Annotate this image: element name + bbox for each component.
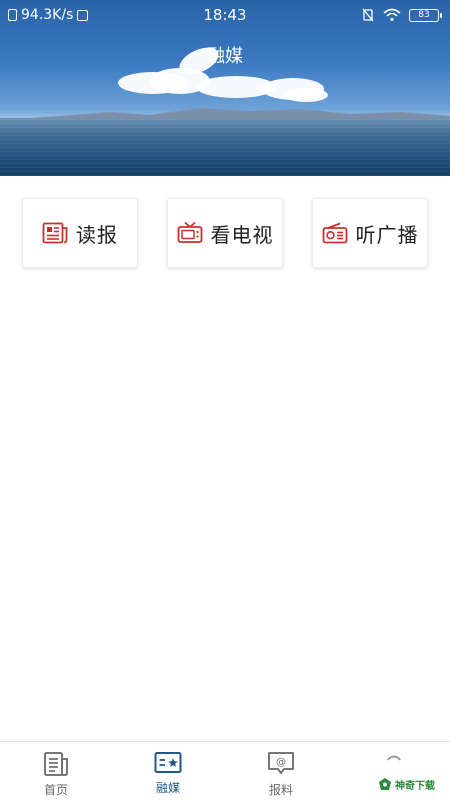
- battery-level: 83: [409, 8, 439, 22]
- newspaper-icon: [42, 222, 68, 244]
- mute-icon: [362, 8, 374, 22]
- home-icon: [44, 752, 68, 776]
- network-speed: 94.3K/s: [21, 7, 74, 23]
- watermark-logo-icon: [379, 778, 391, 790]
- listen-radio-button[interactable]: 听广播: [312, 198, 428, 268]
- media-buttons: 读报 看电视 听广播: [22, 198, 428, 268]
- nav-label-home: 首页: [43, 783, 68, 797]
- watermark-text: 神奇下载: [395, 780, 435, 792]
- nav-item-report[interactable]: @ 报料: [225, 742, 337, 800]
- watch-tv-button[interactable]: 看电视: [167, 198, 283, 268]
- tv-icon: [177, 221, 202, 243]
- sim-icon: [8, 9, 17, 21]
- nav-label-media: 融媒: [155, 781, 180, 795]
- sea: [0, 118, 450, 176]
- svg-text:@: @: [276, 757, 286, 768]
- nav-label-report: 报料: [268, 783, 293, 797]
- watermark: 神奇下载: [378, 774, 446, 794]
- read-newspaper-button[interactable]: 读报: [22, 198, 138, 268]
- radio-icon: [322, 222, 347, 244]
- watch-tv-label: 看电视: [210, 222, 274, 247]
- page-title: 融媒: [207, 46, 243, 67]
- notification-icon: [77, 9, 89, 21]
- read-newspaper-label: 读报: [76, 222, 118, 247]
- battery-icon: 83: [409, 8, 442, 22]
- listen-radio-label: 听广播: [355, 222, 419, 247]
- status-bar: 94.3K/s 18:43 83: [0, 0, 450, 30]
- nav-item-media[interactable]: 融媒: [112, 742, 224, 800]
- report-icon: @: [268, 752, 294, 774]
- nav-item-home[interactable]: 首页: [0, 742, 112, 800]
- cloud: [284, 88, 328, 102]
- media-icon: [154, 752, 182, 773]
- wifi-icon: [383, 8, 401, 22]
